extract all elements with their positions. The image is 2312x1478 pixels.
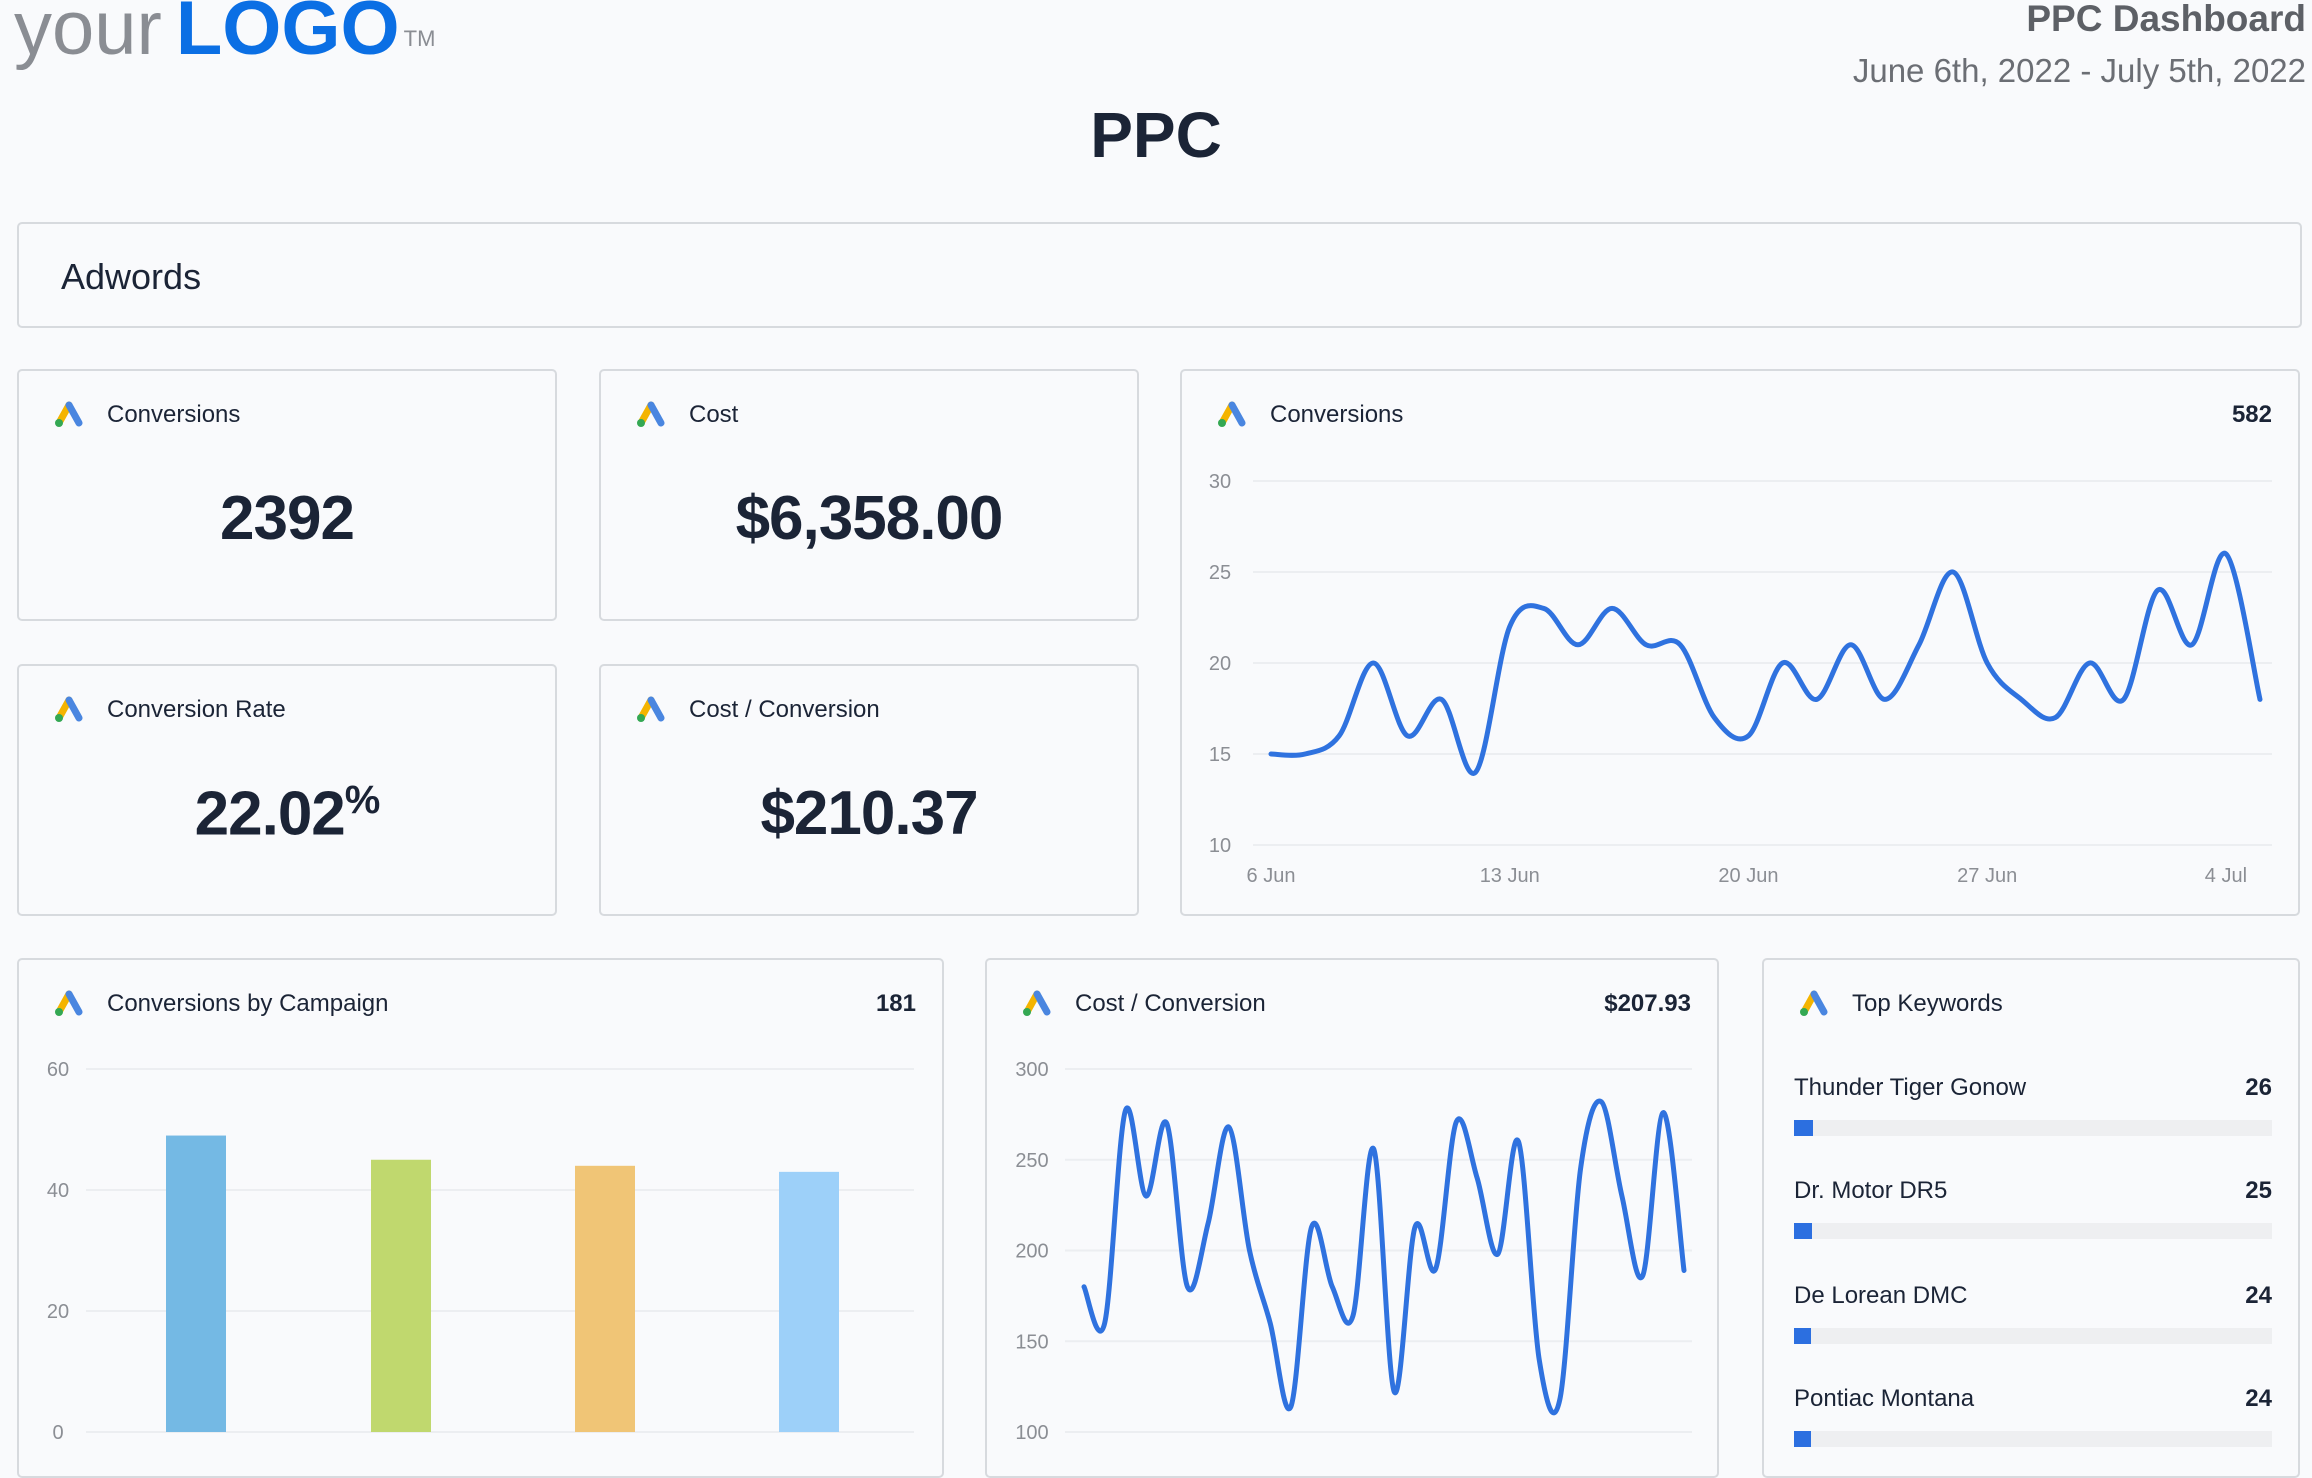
y-tick-label: 0	[52, 1422, 63, 1444]
bar-1	[166, 1135, 226, 1432]
y-tick-label: 100	[1015, 1422, 1048, 1444]
y-tick-label: 200	[1015, 1241, 1048, 1263]
bar-2	[371, 1159, 431, 1432]
bottom-charts: 0 20 40 60 100 150 200 250 300	[47, 1059, 1692, 1444]
y-tick-label: 150	[1015, 1331, 1048, 1353]
y-tick-label: 20	[47, 1301, 69, 1323]
y-tick-label: 300	[1015, 1059, 1048, 1081]
bar-3	[575, 1165, 635, 1432]
y-tick-label: 60	[47, 1059, 69, 1081]
y-tick-label: 250	[1015, 1150, 1048, 1172]
y-tick-label: 40	[47, 1180, 69, 1202]
series-line	[1081, 1098, 1687, 1416]
bar-4	[779, 1171, 839, 1432]
